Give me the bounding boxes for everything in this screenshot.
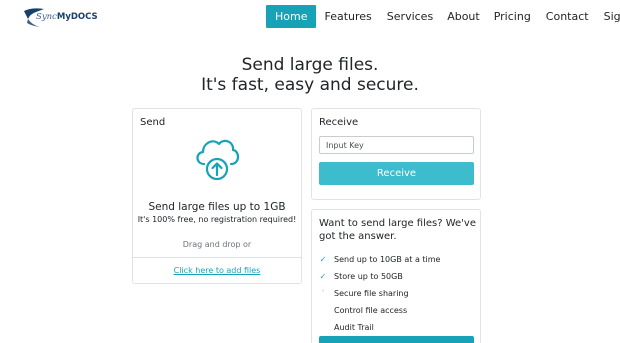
feature-label: Secure file sharing (334, 289, 409, 298)
send-subline: It's 100% free, no registration required… (137, 215, 297, 224)
feature-label: Store up to 50GB (334, 272, 403, 281)
features-list: ✓ Send up to 10GB at a time ✓ Store up to … (312, 251, 480, 336)
receive-card: Receive Receive (311, 108, 481, 200)
features-cta-button[interactable] (319, 336, 474, 343)
key-input[interactable] (319, 136, 474, 154)
brand-logo[interactable]: SyncMyDOCS (22, 5, 102, 29)
list-item: ✓ Store up to 50GB (312, 268, 480, 285)
nav-home[interactable]: Home (266, 5, 317, 28)
list-item: ˅ Secure file sharing (312, 285, 480, 302)
features-card: Want to send large files? We've got the … (311, 209, 481, 343)
brand-sync: Sync (36, 12, 57, 22)
receive-button[interactable]: Receive (319, 162, 474, 185)
drag-drop-text: Drag and drop or (182, 240, 252, 249)
brand-name: SyncMyDOCS (36, 12, 98, 22)
send-divider (133, 257, 301, 258)
hero-heading: Send large files. It's fast, easy and se… (0, 55, 620, 95)
send-headline: Send large files up to 1GB (148, 201, 286, 213)
hero-line-2: It's fast, easy and secure. (201, 75, 419, 95)
nav-sign-in[interactable]: Sign In (604, 5, 620, 28)
check-icon: ✓ (319, 272, 327, 281)
check-icon: ˅ (321, 289, 325, 298)
list-item: ✓ Send up to 10GB at a time (312, 251, 480, 268)
feature-label: Audit Trail (334, 323, 374, 332)
add-files-link[interactable]: Click here to add files (133, 266, 301, 275)
check-icon: ✓ (319, 255, 327, 264)
send-card-title: Send (140, 117, 166, 128)
nav-pricing[interactable]: Pricing (494, 5, 531, 28)
receive-card-title: Receive (319, 117, 359, 128)
brand-mydocs: MyDOCS (56, 12, 98, 22)
hero-line-1: Send large files. (241, 55, 379, 75)
feature-label: Control file access (334, 306, 408, 315)
nav-about[interactable]: About (447, 5, 480, 28)
features-title: Want to send large files? We've got the … (319, 218, 476, 242)
nav-features[interactable]: Features (324, 5, 371, 28)
top-nav: Home Features Services About Pricing Con… (266, 5, 620, 28)
send-card[interactable]: Send Send large files up to 1GB It's 100… (132, 108, 302, 284)
list-item: Control file access (312, 302, 480, 319)
cloud-upload-icon[interactable] (192, 134, 242, 182)
nav-contact[interactable]: Contact (546, 5, 589, 28)
list-item: Audit Trail (312, 319, 480, 336)
feature-label: Send up to 10GB at a time (334, 255, 441, 264)
nav-services[interactable]: Services (387, 5, 433, 28)
